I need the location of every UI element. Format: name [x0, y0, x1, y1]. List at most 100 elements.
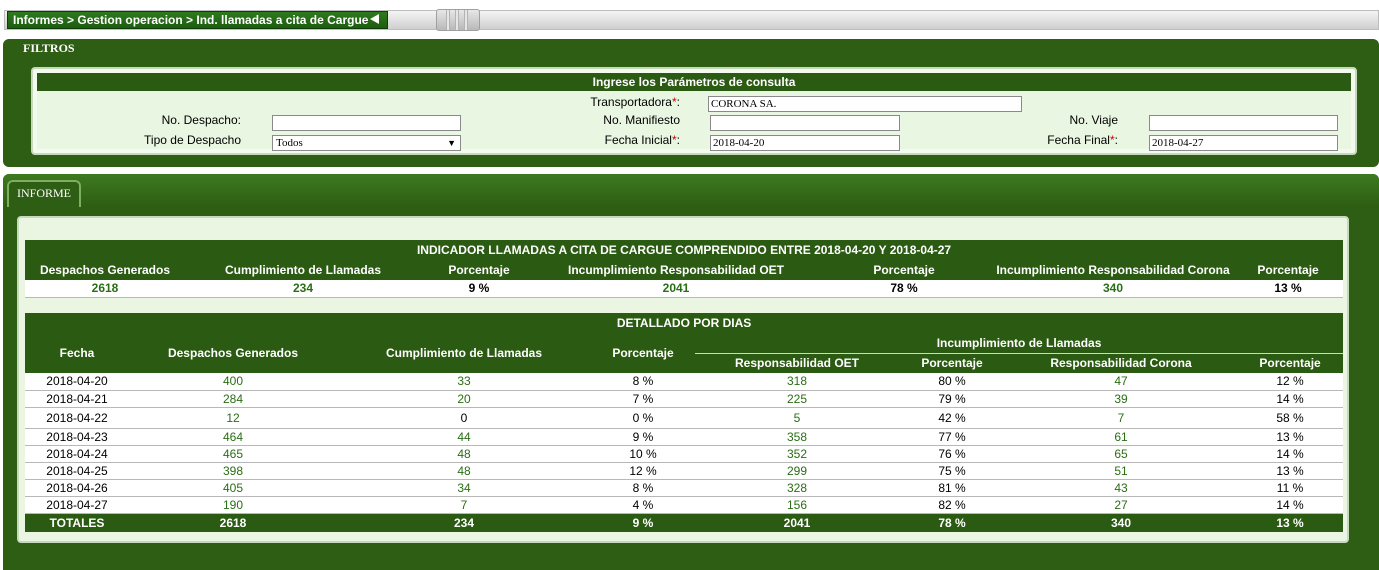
filters-box: Ingrese los Parámetros de consulta Trans…	[31, 67, 1357, 155]
detail-header-despachos: Despachos Generados	[129, 333, 337, 373]
tipo-despacho-value[interactable]: Todos	[276, 137, 303, 149]
summary-header: Despachos Generados	[25, 260, 185, 280]
porc-oet-cell: 75 %	[899, 462, 1005, 480]
summary-value[interactable]: 340	[993, 280, 1233, 298]
no-viaje-label: No. Viaje	[1069, 113, 1118, 127]
resp-oet-cell[interactable]: 352	[695, 445, 899, 463]
despachos-cell[interactable]: 405	[129, 479, 337, 497]
despachos-cell[interactable]: 398	[129, 462, 337, 480]
porc-oet-cell: 79 %	[899, 390, 1005, 408]
resp-corona-cell[interactable]: 39	[1005, 390, 1237, 408]
totals-cell: 78 %	[899, 513, 1005, 532]
despachos-cell[interactable]: 464	[129, 428, 337, 446]
summary-value[interactable]: 2618	[25, 280, 185, 298]
transportadora-field[interactable]: CORONA SA.	[708, 96, 1022, 112]
triangle-left-icon[interactable]	[370, 14, 380, 24]
porcentaje-cell: 8 %	[591, 479, 695, 497]
cumplimiento-cell[interactable]: 44	[337, 428, 591, 446]
porc-corona-cell: 13 %	[1237, 462, 1344, 480]
tipo-despacho-select[interactable]: Todos ▼	[272, 135, 461, 151]
report-content: INDICADOR LLAMADAS A CITA DE CARGUE COMP…	[17, 216, 1349, 543]
cumplimiento-cell[interactable]: 48	[337, 445, 591, 463]
summary-value[interactable]: 234	[185, 280, 421, 298]
summary-header: Porcentaje	[421, 260, 537, 280]
porc-corona-cell: 14 %	[1237, 445, 1344, 463]
date-cell: 2018-04-26	[25, 479, 129, 497]
date-cell: 2018-04-25	[25, 462, 129, 480]
fecha-inicial-input[interactable]: 2018-04-20	[710, 135, 900, 151]
resp-oet-cell[interactable]: 156	[695, 496, 899, 514]
porc-corona-cell: 11 %	[1237, 479, 1344, 497]
porc-oet-cell: 76 %	[899, 445, 1005, 463]
despachos-cell[interactable]: 190	[129, 496, 337, 514]
porc-corona-cell: 13 %	[1237, 428, 1344, 446]
porc-oet-cell: 80 %	[899, 373, 1005, 391]
table-row: 2018-04-25 398 48 12 % 299 75 % 51 13 %	[25, 462, 1344, 480]
fecha-final-input[interactable]: 2018-04-27	[1149, 135, 1338, 151]
resp-oet-cell[interactable]: 5	[695, 407, 899, 429]
summary-row: 2618 234 9 % 2041 78 % 340 13 %	[25, 280, 1344, 298]
despachos-cell[interactable]: 465	[129, 445, 337, 463]
cumplimiento-cell[interactable]: 7	[337, 496, 591, 514]
table-row: 2018-04-26 405 34 8 % 328 81 % 43 11 %	[25, 479, 1344, 497]
resp-corona-cell[interactable]: 47	[1005, 373, 1237, 391]
detail-header-porcentaje: Porcentaje	[591, 333, 695, 373]
summary-header: Cumplimiento de Llamadas	[185, 260, 421, 280]
date-cell: 2018-04-21	[25, 390, 129, 408]
resp-corona-cell[interactable]: 27	[1005, 496, 1237, 514]
porc-corona-cell: 58 %	[1237, 407, 1344, 429]
chevron-down-icon[interactable]: ▼	[447, 136, 456, 151]
fecha-final-label: Fecha Final*:	[1047, 133, 1118, 147]
resp-corona-cell[interactable]: 43	[1005, 479, 1237, 497]
cumplimiento-cell[interactable]: 33	[337, 373, 591, 391]
cumplimiento-cell[interactable]: 34	[337, 479, 591, 497]
no-despacho-input[interactable]	[272, 115, 461, 131]
resp-corona-cell[interactable]: 61	[1005, 428, 1237, 446]
cumplimiento-cell: 0	[337, 407, 591, 429]
summary-header: Porcentaje	[1233, 260, 1344, 280]
cumplimiento-cell[interactable]: 48	[337, 462, 591, 480]
porcentaje-cell: 8 %	[591, 373, 695, 391]
resp-oet-cell[interactable]: 358	[695, 428, 899, 446]
totals-cell: 9 %	[591, 513, 695, 532]
date-cell: 2018-04-20	[25, 373, 129, 391]
breadcrumb[interactable]: Informes > Gestion operacion > Ind. llam…	[7, 11, 389, 29]
resp-oet-cell[interactable]: 328	[695, 479, 899, 497]
detail-header-cumplimiento: Cumplimiento de Llamadas	[337, 333, 591, 373]
breadcrumb-text[interactable]: Informes > Gestion operacion > Ind. llam…	[13, 13, 368, 27]
resp-oet-cell[interactable]: 318	[695, 373, 899, 391]
table-row: 2018-04-22 12 0 0 % 5 42 % 7 58 %	[25, 407, 1344, 429]
filters-panel: FILTROS Ingrese los Parámetros de consul…	[3, 39, 1379, 167]
resp-corona-cell[interactable]: 7	[1005, 407, 1237, 429]
resp-corona-cell[interactable]: 51	[1005, 462, 1237, 480]
despachos-cell[interactable]: 12	[129, 407, 337, 429]
date-cell: 2018-04-22	[25, 407, 129, 429]
transportadora-label: Transportadora*:	[590, 95, 680, 109]
cumplimiento-cell[interactable]: 20	[337, 390, 591, 408]
no-manifiesto-label: No. Manifiesto	[603, 113, 680, 127]
porcentaje-cell: 10 %	[591, 445, 695, 463]
porc-oet-cell: 42 %	[899, 407, 1005, 429]
date-cell: 2018-04-23	[25, 428, 129, 446]
porcentaje-cell: 9 %	[591, 428, 695, 446]
tab-informe[interactable]: INFORME	[7, 180, 81, 207]
splitter-grip	[455, 10, 459, 30]
despachos-cell[interactable]: 284	[129, 390, 337, 408]
detail-table: DETALLADO POR DIAS Fecha Despachos Gener…	[25, 313, 1344, 532]
breadcrumb-bar: Informes > Gestion operacion > Ind. llam…	[0, 0, 1379, 34]
summary-value[interactable]: 2041	[537, 280, 815, 298]
resp-oet-cell[interactable]: 225	[695, 390, 899, 408]
resp-corona-cell[interactable]: 65	[1005, 445, 1237, 463]
summary-value: 78 %	[815, 280, 993, 298]
porcentaje-cell: 7 %	[591, 390, 695, 408]
despachos-cell[interactable]: 400	[129, 373, 337, 391]
no-manifiesto-input[interactable]	[710, 115, 900, 131]
porc-oet-cell: 82 %	[899, 496, 1005, 514]
detail-header-porc-corona: Porcentaje	[1237, 352, 1344, 373]
report-tabstrip	[3, 174, 1379, 206]
resp-oet-cell[interactable]: 299	[695, 462, 899, 480]
report-panel: INFORME INDICADOR LLAMADAS A CITA DE CAR…	[3, 174, 1379, 570]
tipo-despacho-label: Tipo de Despacho	[144, 133, 241, 147]
no-viaje-input[interactable]	[1149, 115, 1338, 131]
table-row: 2018-04-27 190 7 4 % 156 82 % 27 14 %	[25, 496, 1344, 514]
